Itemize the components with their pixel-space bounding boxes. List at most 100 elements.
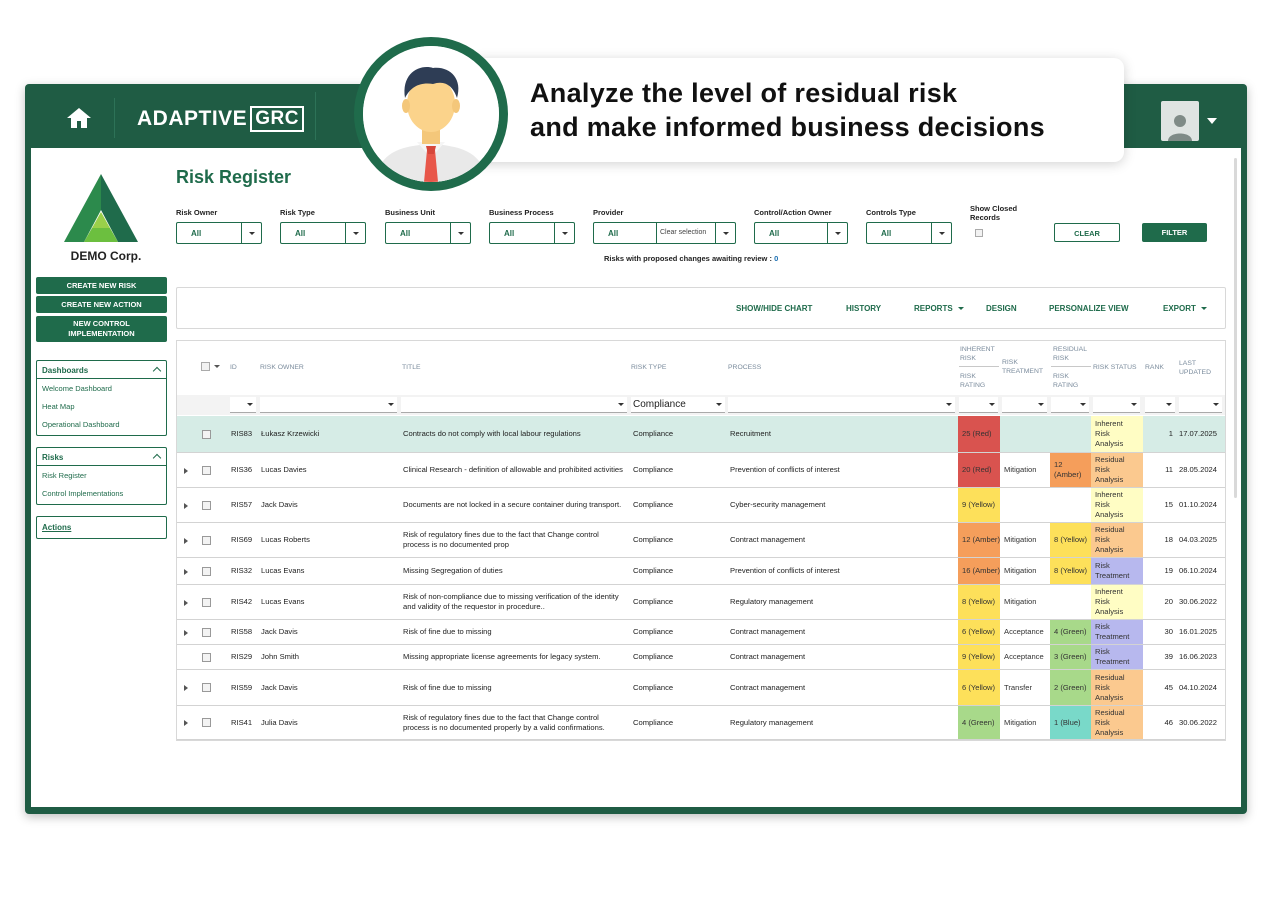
col-residual-rating[interactable]: RISK RATING <box>1053 372 1089 390</box>
chevron-down-icon[interactable] <box>827 223 847 243</box>
risk-type-filter[interactable]: Compliance <box>631 397 725 413</box>
risk-title[interactable]: Risk of fine due to missing <box>403 670 623 705</box>
risk-owner-select[interactable]: All <box>176 222 262 244</box>
expand-row-icon[interactable] <box>184 629 188 636</box>
col-title[interactable]: TITLE <box>402 363 421 372</box>
new-control-implementation-button[interactable]: NEW CONTROL IMPLEMENTATION <box>36 316 167 342</box>
table-row[interactable]: RIS57 Jack Davis Documents are not locked … <box>177 488 1225 523</box>
show-closed-checkbox[interactable] <box>975 229 983 237</box>
brand-logo[interactable]: ADAPTIVE GRC <box>137 106 304 132</box>
expand-row-icon[interactable] <box>184 502 188 509</box>
business-unit-select[interactable]: All <box>385 222 471 244</box>
table-row[interactable]: RIS69 Lucas Roberts Risk of regulatory fin… <box>177 523 1225 558</box>
col-inherent-risk[interactable]: INHERENT RISK <box>960 345 998 363</box>
table-row[interactable]: RIS41 Julia Davis Risk of regulatory fines… <box>177 706 1225 740</box>
business-process-select[interactable]: All <box>489 222 575 244</box>
risk-id[interactable]: RIS29 <box>231 645 259 669</box>
treatment-filter[interactable] <box>1002 397 1047 413</box>
chevron-down-icon[interactable] <box>214 365 220 368</box>
expand-row-icon[interactable] <box>184 568 188 575</box>
chevron-down-icon[interactable] <box>1207 118 1217 124</box>
provider-clear-selection[interactable]: Clear selection <box>656 223 709 243</box>
personalize-view-button[interactable]: PERSONALIZE VIEW <box>1049 304 1129 313</box>
risk-title[interactable]: Risk of non-compliance due to missing ve… <box>403 585 623 619</box>
table-row[interactable]: RIS59 Jack Davis Risk of fine due to missi… <box>177 670 1225 706</box>
risk-title[interactable]: Risk of regulatory fines due to the fact… <box>403 706 623 739</box>
table-row[interactable]: RIS42 Lucas Evans Risk of non-compliance d… <box>177 585 1225 620</box>
nav-control-implementations[interactable]: Control Implementations <box>37 484 166 502</box>
risk-title[interactable]: Risk of fine due to missing <box>403 620 623 644</box>
risk-title[interactable]: Documents are not locked in a secure con… <box>403 488 623 522</box>
chevron-down-icon[interactable] <box>241 223 261 243</box>
risk-id[interactable]: RIS58 <box>231 620 259 644</box>
risk-type-select[interactable]: All <box>280 222 366 244</box>
risk-title[interactable]: Risk of regulatory fines due to the fact… <box>403 523 623 557</box>
risk-id[interactable]: RIS36 <box>231 453 259 487</box>
row-checkbox[interactable] <box>202 597 211 607</box>
create-new-risk-button[interactable]: CREATE NEW RISK <box>36 277 167 294</box>
table-row[interactable]: RIS58 Jack Davis Risk of fine due to missi… <box>177 620 1225 645</box>
export-button[interactable]: EXPORT <box>1163 304 1207 313</box>
vertical-scrollbar[interactable] <box>1234 158 1237 498</box>
chevron-up-icon[interactable] <box>152 366 162 376</box>
expand-row-icon[interactable] <box>184 467 188 474</box>
row-checkbox[interactable] <box>202 535 211 545</box>
col-process[interactable]: PROCESS <box>728 363 761 372</box>
col-last-updated[interactable]: LAST UPDATED <box>1179 359 1219 377</box>
table-row[interactable]: RIS83 Łukasz Krzewicki Contracts do not co… <box>177 416 1225 453</box>
col-rank[interactable]: RANK <box>1145 363 1164 372</box>
dashboards-header[interactable]: Dashboards <box>37 361 166 379</box>
col-id[interactable]: ID <box>230 363 237 372</box>
control-owner-select[interactable]: All <box>754 222 848 244</box>
user-avatar[interactable] <box>1161 101 1199 141</box>
row-checkbox[interactable] <box>202 500 211 510</box>
row-checkbox[interactable] <box>202 718 211 727</box>
row-checkbox[interactable] <box>202 652 211 662</box>
clear-button[interactable]: CLEAR <box>1054 223 1120 242</box>
risk-id[interactable]: RIS41 <box>231 706 259 739</box>
col-risk-owner[interactable]: RISK OWNER <box>260 363 304 372</box>
expand-row-icon[interactable] <box>184 720 188 726</box>
table-row[interactable]: RIS36 Lucas Davies Clinical Research - def… <box>177 453 1225 488</box>
nav-heat-map[interactable]: Heat Map <box>37 397 166 415</box>
nav-operational-dashboard[interactable]: Operational Dashboard <box>37 415 166 433</box>
col-risk-type[interactable]: RISK TYPE <box>631 363 666 372</box>
show-hide-chart-button[interactable]: SHOW/HIDE CHART <box>736 304 812 313</box>
id-filter[interactable] <box>230 397 256 413</box>
row-checkbox[interactable] <box>202 465 211 475</box>
chevron-down-icon[interactable] <box>715 223 735 243</box>
updated-filter[interactable] <box>1179 397 1222 413</box>
col-risk-status[interactable]: RISK STATUS <box>1093 363 1137 372</box>
table-row[interactable]: RIS32 Lucas Evans Missing Segregation of d… <box>177 558 1225 585</box>
nav-actions[interactable]: Actions <box>37 517 166 538</box>
risk-id[interactable]: RIS57 <box>231 488 259 522</box>
chevron-down-icon[interactable] <box>450 223 470 243</box>
rank-filter[interactable] <box>1145 397 1175 413</box>
process-filter[interactable] <box>728 397 955 413</box>
history-button[interactable]: HISTORY <box>846 304 881 313</box>
design-button[interactable]: DESIGN <box>986 304 1017 313</box>
risk-title[interactable]: Contracts do not comply with local labou… <box>403 416 623 452</box>
col-risk-treatment[interactable]: RISK TREATMENT <box>1002 358 1048 376</box>
inherent-filter[interactable] <box>959 397 998 413</box>
expand-row-icon[interactable] <box>184 599 188 606</box>
filter-button[interactable]: FILTER <box>1142 223 1207 242</box>
chevron-up-icon[interactable] <box>152 453 162 463</box>
table-row[interactable]: RIS29 John Smith Missing appropriate licen… <box>177 645 1225 670</box>
controls-type-select[interactable]: All <box>866 222 952 244</box>
risk-title[interactable]: Missing appropriate license agreements f… <box>403 645 623 669</box>
select-all-checkbox[interactable] <box>201 362 210 371</box>
risk-id[interactable]: RIS32 <box>231 558 259 584</box>
provider-select[interactable]: All Clear selection <box>593 222 736 244</box>
reports-button[interactable]: REPORTS <box>914 304 964 313</box>
risk-id[interactable]: RIS69 <box>231 523 259 557</box>
residual-filter[interactable] <box>1051 397 1089 413</box>
row-checkbox[interactable] <box>202 429 211 439</box>
status-filter[interactable] <box>1093 397 1140 413</box>
nav-risk-register[interactable]: Risk Register <box>37 466 166 484</box>
nav-welcome-dashboard[interactable]: Welcome Dashboard <box>37 379 166 397</box>
row-checkbox[interactable] <box>202 683 211 692</box>
awaiting-review-count[interactable]: 0 <box>774 254 778 263</box>
risks-header[interactable]: Risks <box>37 448 166 466</box>
chevron-down-icon[interactable] <box>345 223 365 243</box>
